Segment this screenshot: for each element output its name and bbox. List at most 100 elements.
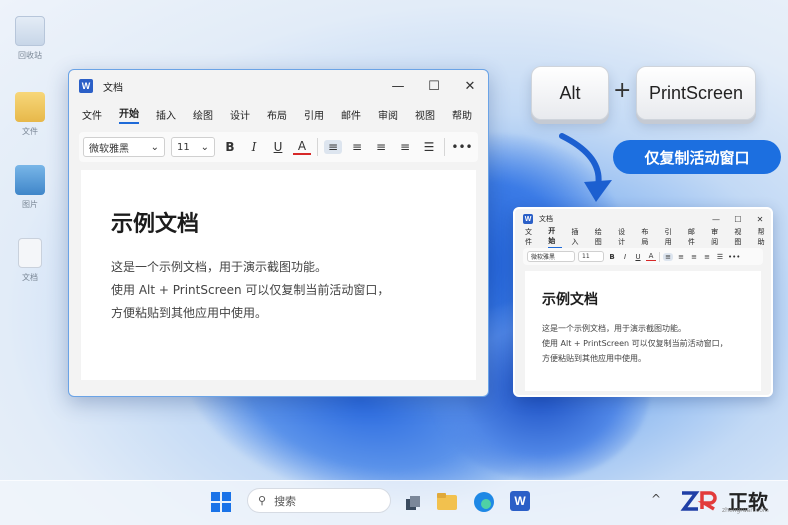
word-logo-icon: W <box>523 214 533 224</box>
ribbon-tabs: 文件 开始 插入 绘图 设计 布局 引用 邮件 审阅 视图 帮助 <box>69 102 488 126</box>
justify-icon: ≡ <box>704 252 710 261</box>
zr-logo-icon <box>680 490 717 511</box>
desktop-icon-recycle-bin[interactable]: 回收站 <box>10 16 50 61</box>
thumb-window-title: 文档 <box>539 215 553 223</box>
thumb-bold: B <box>609 252 615 261</box>
word-taskbar-icon[interactable]: W <box>510 491 530 511</box>
tab-layout[interactable]: 布局 <box>267 107 287 122</box>
minimize-icon[interactable]: — <box>380 79 416 94</box>
thumb-tab: 审阅 <box>711 227 719 246</box>
thumb-ribbon-tabs: 文件 开始 插入 绘图 设计 布局 引用 邮件 审阅 视图 帮助 <box>515 227 771 248</box>
tab-file[interactable]: 文件 <box>82 107 102 122</box>
bold-button[interactable]: B <box>221 140 239 154</box>
document-icon <box>18 238 42 268</box>
font-color-button[interactable]: A <box>293 139 311 155</box>
align-left-icon: ≡ <box>663 252 673 261</box>
document-line: 使用 Alt + PrintScreen 可以仅复制当前活动窗口， <box>111 283 390 297</box>
image-icon <box>15 165 45 195</box>
word-window[interactable]: W 文档 — ☐ ✕ 文件 开始 插入 绘图 设计 布局 引用 邮件 审阅 视图… <box>68 69 489 397</box>
recycle-bin-icon <box>15 16 45 46</box>
font-size-select[interactable]: 11 ⌄ <box>171 137 215 157</box>
edge-browser-icon[interactable] <box>473 491 495 513</box>
window-title: 文档 <box>103 82 123 94</box>
thumb-doc-line: 这是一个示例文档，用于演示截图功能。 <box>542 324 686 333</box>
title-bar[interactable]: W 文档 — ☐ ✕ <box>69 70 488 102</box>
thumb-tab: 布局 <box>641 227 649 246</box>
taskbar-search[interactable]: ⚲ 搜索 <box>247 488 391 513</box>
chevron-up-icon[interactable]: ^ <box>651 492 661 506</box>
printscreen-key-label: PrintScreen <box>648 82 744 103</box>
align-center-icon: ≡ <box>678 252 684 261</box>
close-icon[interactable]: ✕ <box>452 79 488 94</box>
toolbar-divider <box>317 138 318 156</box>
tab-design[interactable]: 设计 <box>230 107 250 122</box>
toolbar-divider <box>444 138 445 156</box>
taskbar <box>0 480 788 525</box>
thumb-font-name-value: 微软雅黑 <box>531 254 556 261</box>
thumb-tab: 插入 <box>571 227 579 246</box>
font-size-value: 11 <box>177 141 190 153</box>
plus-sign: + <box>613 78 632 103</box>
thumb-doc-line: 使用 Alt + PrintScreen 可以仅复制当前活动窗口， <box>542 339 728 348</box>
search-icon: ⚲ <box>258 494 267 507</box>
start-button-icon[interactable] <box>210 491 232 513</box>
maximize-icon[interactable]: ☐ <box>416 79 452 94</box>
thumb-tab: 文件 <box>525 227 532 246</box>
ribbon-toolbar: 微软雅黑 ⌄ 11 ⌄ B I U A ≡ ≡ ≡ ≡ ☰ ••• <box>79 132 478 162</box>
tab-help[interactable]: 帮助 <box>452 107 472 122</box>
thumb-font-name: 微软雅黑 <box>527 251 575 262</box>
search-placeholder: 搜索 <box>274 494 297 508</box>
file-explorer-icon[interactable] <box>436 492 458 512</box>
thumb-font-size-value: 11 <box>582 253 590 260</box>
desktop-icon-documents[interactable]: 文档 <box>10 238 50 283</box>
close-icon: ✕ <box>756 214 764 224</box>
document-line: 这是一个示例文档，用于演示截图功能。 <box>111 260 328 274</box>
desktop-icon-pictures[interactable]: 图片 <box>10 165 50 210</box>
tab-references[interactable]: 引用 <box>304 107 324 122</box>
document-line: 方便粘贴到其他应用中使用。 <box>111 306 268 320</box>
maximize-icon: ☐ <box>734 214 742 224</box>
align-right-icon: ≡ <box>691 252 697 261</box>
thumb-font-color: A <box>646 252 656 261</box>
thumb-tab: 开始 <box>548 226 562 248</box>
alt-key: Alt <box>531 66 609 120</box>
desktop-icon-label: 图片 <box>22 200 38 209</box>
align-right-icon[interactable]: ≡ <box>372 140 390 154</box>
tab-view[interactable]: 视图 <box>415 107 435 122</box>
align-center-icon[interactable]: ≡ <box>348 140 366 154</box>
document-title: 示例文档 <box>111 212 200 237</box>
thumb-tab: 视图 <box>734 227 742 246</box>
underline-button[interactable]: U <box>269 140 287 154</box>
thumb-page: 示例文档 这是一个示例文档，用于演示截图功能。 使用 Alt + PrintSc… <box>525 271 761 391</box>
tab-insert[interactable]: 插入 <box>156 107 176 122</box>
thumb-font-size: 11 <box>578 251 604 262</box>
bullet-list-icon[interactable]: ☰ <box>420 140 438 154</box>
document-page[interactable]: 示例文档 这是一个示例文档，用于演示截图功能。 使用 Alt + PrintSc… <box>81 170 476 380</box>
desktop-icon-files[interactable]: 文件 <box>10 92 50 137</box>
watermark-text: zhengruan.com <box>722 507 769 514</box>
italic-button[interactable]: I <box>245 140 263 154</box>
task-view-icon[interactable] <box>404 494 422 512</box>
tab-draw[interactable]: 绘图 <box>193 107 213 122</box>
justify-icon[interactable]: ≡ <box>396 140 414 154</box>
toolbar-divider <box>659 251 660 262</box>
curved-arrow-icon <box>559 133 612 202</box>
thumb-tab: 帮助 <box>757 227 765 246</box>
font-name-value: 微软雅黑 <box>89 143 129 155</box>
thumb-underline: U <box>635 252 641 261</box>
bullet-list-icon: ☰ <box>716 252 724 261</box>
tab-mailings[interactable]: 邮件 <box>341 107 361 122</box>
more-options-button[interactable]: ••• <box>451 140 473 154</box>
desktop-icon-label: 文档 <box>22 273 38 282</box>
thumb-doc-title: 示例文档 <box>542 292 598 308</box>
thumb-toolbar: 微软雅黑 11 B I U A ≡ ≡ ≡ ≡ ☰ ••• <box>523 248 763 265</box>
caption-badge: 仅复制活动窗口 <box>613 140 781 174</box>
folder-icon <box>15 92 45 122</box>
printscreen-key: PrintScreen <box>636 66 756 120</box>
thumb-tab: 绘图 <box>594 227 602 246</box>
align-left-icon[interactable]: ≡ <box>324 140 342 154</box>
tab-review[interactable]: 审阅 <box>378 107 398 122</box>
font-name-select[interactable]: 微软雅黑 ⌄ <box>83 137 165 157</box>
thumb-more: ••• <box>728 252 741 261</box>
tab-home[interactable]: 开始 <box>119 105 139 124</box>
